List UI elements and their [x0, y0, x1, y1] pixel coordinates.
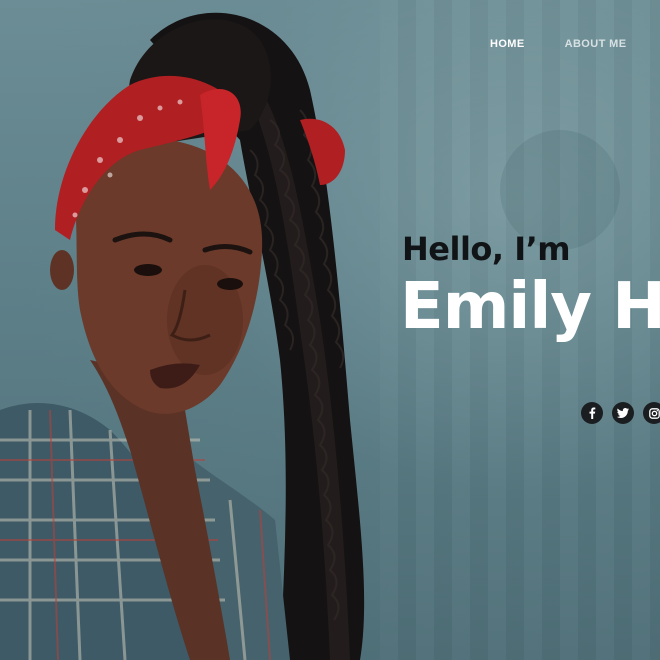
- facebook-icon[interactable]: [581, 402, 603, 424]
- twitter-icon[interactable]: [612, 402, 634, 424]
- hero-section: HOME ABOUT ME Hello, I’m Emily H: [0, 0, 660, 660]
- social-links: [581, 402, 660, 424]
- nav-about-me-link[interactable]: ABOUT ME: [565, 38, 627, 50]
- nav-home-link[interactable]: HOME: [490, 38, 525, 50]
- instagram-icon[interactable]: [643, 402, 660, 424]
- hero-greeting: Hello, I’m: [402, 230, 571, 268]
- portrait-photo: [0, 0, 400, 660]
- hero-name: Emily H: [400, 270, 660, 344]
- main-nav: HOME ABOUT ME: [490, 38, 626, 50]
